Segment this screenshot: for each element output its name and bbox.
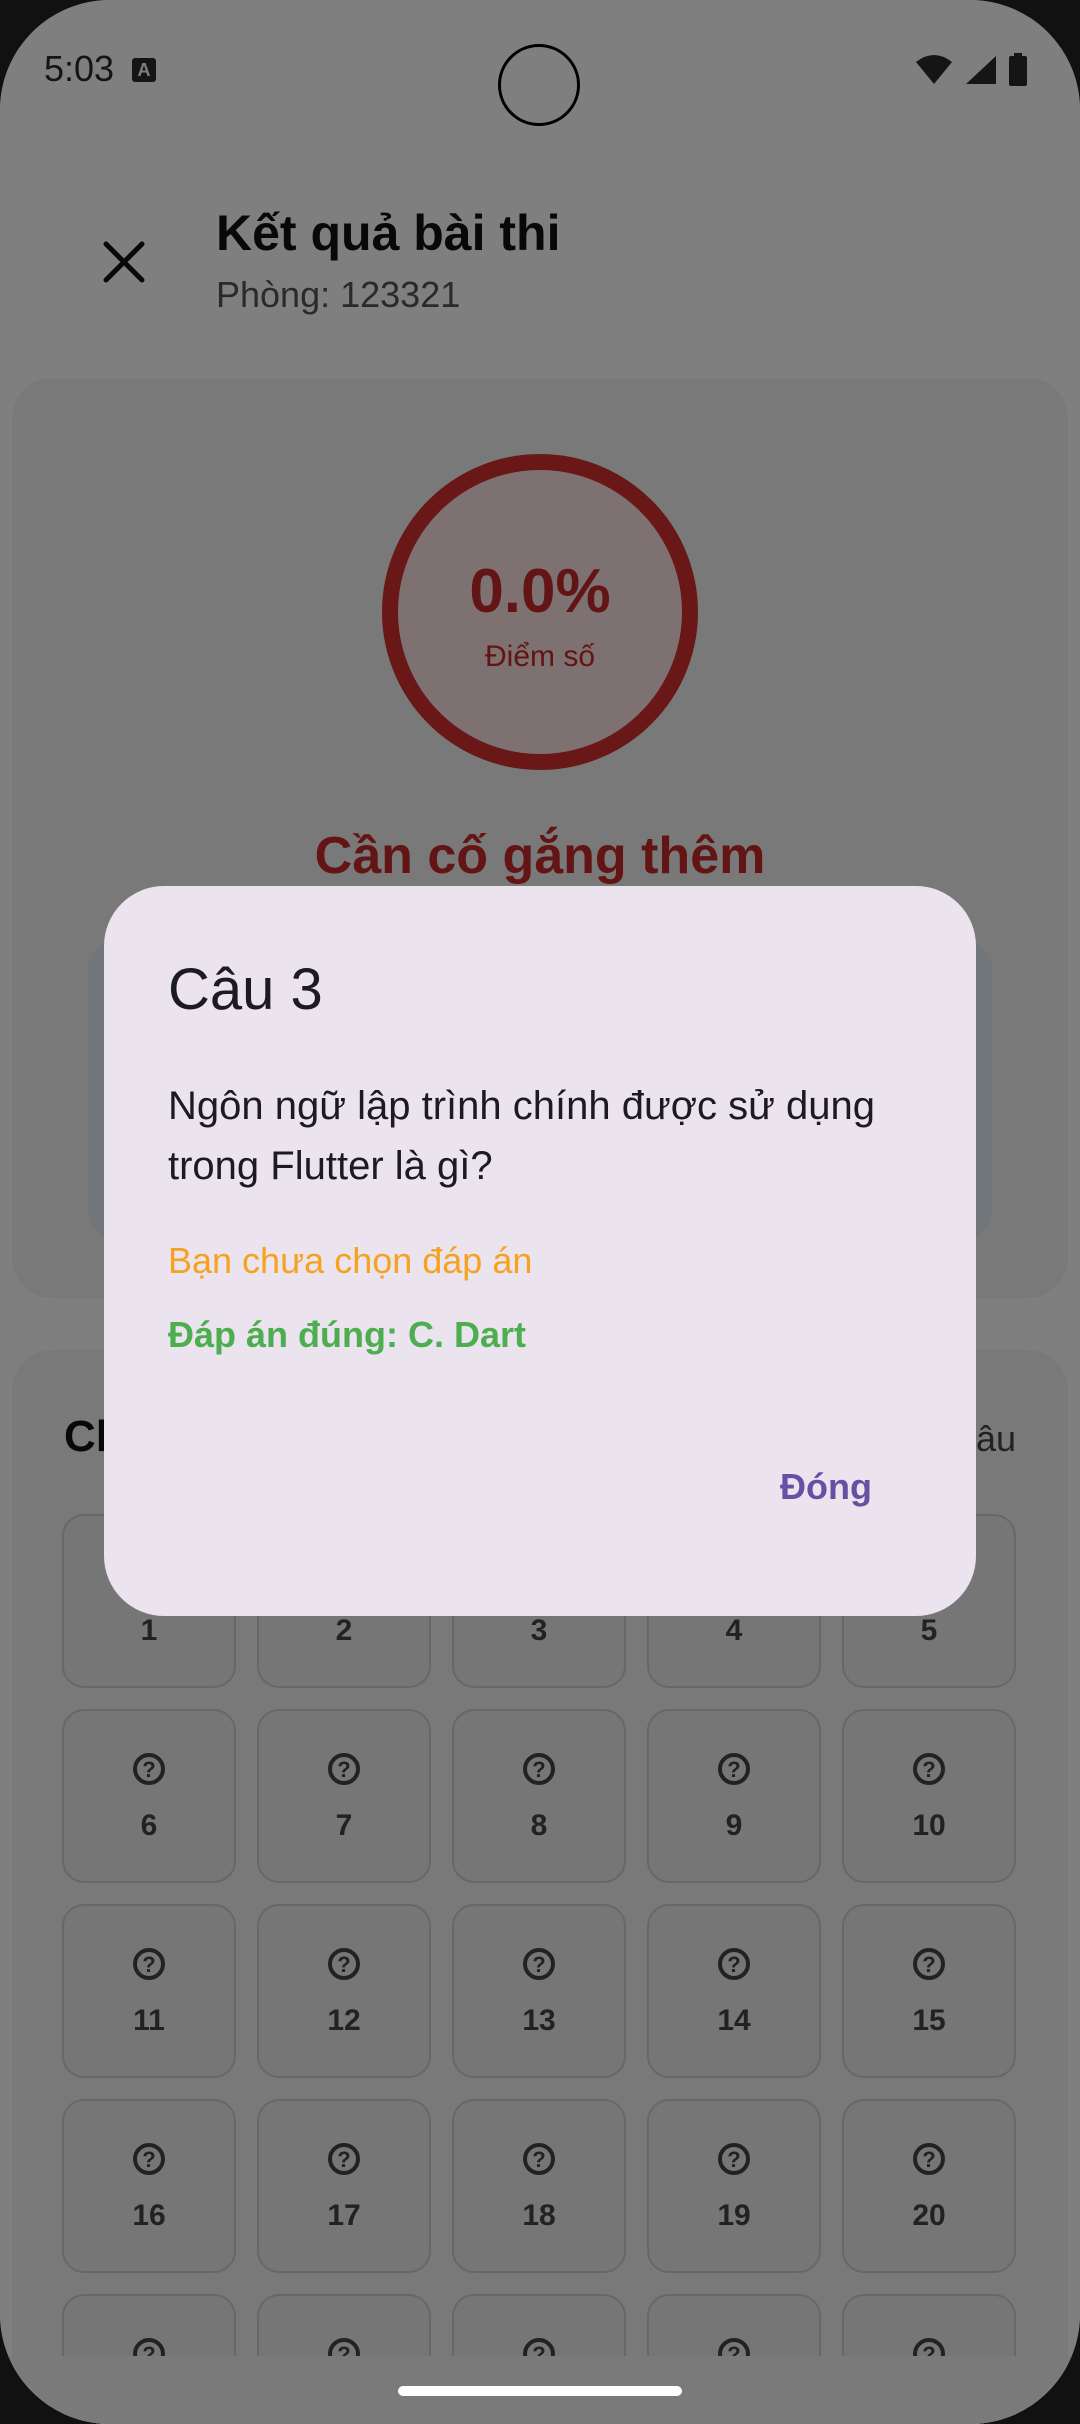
question-dialog: Câu 3 Ngôn ngữ lập trình chính được sử d… (104, 886, 976, 1616)
dialog-title: Câu 3 (168, 957, 323, 1022)
phone-screen: 5:03 A Kết quả bài thi Phòng: 123321 0.0… (0, 0, 1080, 2424)
correct-answer-text: Đáp án đúng: C. Dart (168, 1314, 526, 1355)
dialog-question-text: Ngôn ngữ lập trình chính được sử dụng tr… (168, 1084, 875, 1188)
unanswered-notice: Bạn chưa chọn đáp án (168, 1240, 533, 1281)
gesture-nav-pill[interactable] (398, 2386, 682, 2396)
close-button[interactable]: Đóng (780, 1466, 872, 1508)
